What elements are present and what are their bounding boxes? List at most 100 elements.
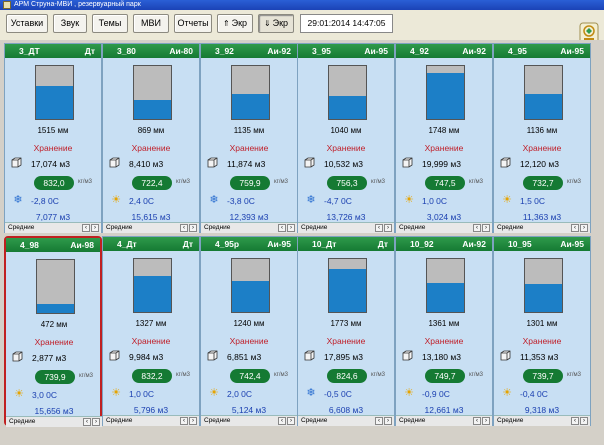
prev-arrow-icon[interactable]: ‹ <box>82 224 90 232</box>
tank-temperature: -4,7 0С <box>324 196 352 206</box>
prev-arrow-icon[interactable]: ‹ <box>375 417 383 425</box>
tank-status: Хранение <box>229 336 269 346</box>
screen-down-button[interactable]: ⇓ Экр <box>258 14 294 33</box>
tank-status: Хранение <box>326 143 366 153</box>
volume-icon <box>304 157 315 168</box>
prev-arrow-icon[interactable]: ‹ <box>278 417 286 425</box>
tank-level-fill <box>329 268 366 312</box>
tank-header: 10_95 Аи-95 <box>494 237 590 251</box>
tank-level-fill <box>329 96 366 119</box>
tank-card[interactable]: 3_92 Аи-92 1135 мм Хранение 11,874 м3 759,9 кг… <box>200 43 298 233</box>
themes-button[interactable]: Темы <box>92 14 128 33</box>
next-arrow-icon[interactable]: › <box>91 224 99 232</box>
tank-product: Аи-95 <box>364 46 388 56</box>
tank-header: 3_92 Аи-92 <box>201 44 297 58</box>
next-arrow-icon[interactable]: › <box>92 418 100 426</box>
tank-card[interactable]: 3_95 Аи-95 1040 мм Хранение 10,532 м3 756,3 кг… <box>297 43 395 233</box>
tank-volume: 2,877 м3 <box>32 353 67 363</box>
prev-arrow-icon[interactable]: ‹ <box>83 418 91 426</box>
tank-card[interactable]: 10_95 Аи-95 1301 мм Хранение 11,353 м3 739,7 к… <box>493 236 591 426</box>
next-arrow-icon[interactable]: › <box>482 224 490 232</box>
tank-product: Аи-95 <box>267 239 291 249</box>
tank-footer-label: Средние <box>9 418 36 425</box>
tank-status: Хранение <box>522 336 562 346</box>
next-arrow-icon[interactable]: › <box>189 224 197 232</box>
tank-card[interactable]: 4_95р Аи-95 1240 мм Хранение 6,851 м3 742,4 кг… <box>200 236 298 426</box>
prev-arrow-icon[interactable]: ‹ <box>180 417 188 425</box>
volume-icon <box>109 157 120 168</box>
next-arrow-icon[interactable]: › <box>384 224 392 232</box>
settings-button[interactable]: Уставки <box>6 14 48 33</box>
sun-icon: ☀ <box>14 388 24 400</box>
tank-density: 739,7 <box>523 369 563 383</box>
snowflake-icon: ❄ <box>306 387 316 399</box>
tank-status: Хранение <box>33 143 73 153</box>
tank-footer-label: Средние <box>301 417 328 424</box>
tank-temperature: -0,5 0С <box>324 389 352 399</box>
tank-level-fill <box>427 73 464 119</box>
tank-header: 4_95 Аи-95 <box>494 44 590 58</box>
volume-icon <box>402 350 413 361</box>
tank-product: Аи-98 <box>70 240 94 250</box>
tank-header: 4_95р Аи-95 <box>201 237 297 251</box>
tank-footer-label: Средние <box>399 417 426 424</box>
tank-temperature: 1,5 0С <box>520 196 546 206</box>
tank-footer-nav: ‹ › <box>180 417 197 425</box>
next-arrow-icon[interactable]: › <box>482 417 490 425</box>
sun-icon: ☀ <box>404 194 414 206</box>
tank-card[interactable]: 3_ДТ Дт 1515 мм Хранение 17,074 м3 832,0 кг/м3… <box>4 43 102 233</box>
tank-density: 756,3 <box>327 176 367 190</box>
tank-level-gauge <box>426 65 465 120</box>
tank-mass: 5,124 м3 <box>231 405 267 415</box>
tank-card[interactable]: 4_92 Аи-92 1748 мм Хранение 19,999 м3 747,5 кг… <box>395 43 493 233</box>
next-arrow-icon[interactable]: › <box>580 224 588 232</box>
datetime-display: 29:01:2014 14:47:05 <box>300 14 393 33</box>
tank-card[interactable]: 4_95 Аи-95 1136 мм Хранение 12,120 м3 732,7 кг… <box>493 43 591 233</box>
volume-icon <box>12 351 23 362</box>
tank-product: Аи-80 <box>169 46 193 56</box>
tank-level-gauge <box>36 259 75 314</box>
tank-footer-nav: ‹ › <box>571 417 588 425</box>
density-unit: кг/м3 <box>274 179 288 185</box>
prev-arrow-icon[interactable]: ‹ <box>571 417 579 425</box>
tank-card[interactable]: 3_80 Аи-80 869 мм Хранение 8,410 м3 722,4 кг/м… <box>102 43 200 233</box>
tank-mass: 6,608 м3 <box>328 405 364 415</box>
prev-arrow-icon[interactable]: ‹ <box>473 224 481 232</box>
mvi-button[interactable]: МВИ <box>133 14 169 33</box>
tank-mass: 12,661 м3 <box>424 405 464 415</box>
screen-up-button[interactable]: ⇑ Экр <box>217 14 253 33</box>
tank-card[interactable]: 4_98 Аи-98 472 мм Хранение 2,877 м3 739,9 кг/м… <box>4 236 102 427</box>
tank-level: 1135 мм <box>233 126 265 135</box>
tank-footer: Средние ‹ › <box>298 222 394 233</box>
reports-button[interactable]: Отчеты <box>174 14 212 33</box>
window-titlebar: АРМ Струна-МВИ , резервуарный парк <box>0 0 604 10</box>
prev-arrow-icon[interactable]: ‹ <box>180 224 188 232</box>
tank-card[interactable]: 10_92 Аи-92 1361 мм Хранение 13,180 м3 749,7 к… <box>395 236 493 426</box>
volume-icon <box>109 350 120 361</box>
next-arrow-icon[interactable]: › <box>287 224 295 232</box>
tank-card[interactable]: 4_Дт Дт 1327 мм Хранение 9,984 м3 832,2 кг/м3 ☀… <box>102 236 200 426</box>
prev-arrow-icon[interactable]: ‹ <box>375 224 383 232</box>
density-unit: кг/м3 <box>176 372 190 378</box>
sound-button[interactable]: Звук <box>53 14 87 33</box>
next-arrow-icon[interactable]: › <box>580 417 588 425</box>
tank-status: Хранение <box>424 336 464 346</box>
prev-arrow-icon[interactable]: ‹ <box>473 417 481 425</box>
tank-footer-nav: ‹ › <box>82 224 99 232</box>
settings-button-label: Уставки <box>10 18 44 28</box>
tank-footer: Средние ‹ › <box>396 222 492 233</box>
tank-card[interactable]: 10_Дт Дт 1773 мм Хранение 17,895 м3 824,6 кг/м… <box>297 236 395 426</box>
next-arrow-icon[interactable]: › <box>189 417 197 425</box>
next-arrow-icon[interactable]: › <box>384 417 392 425</box>
prev-arrow-icon[interactable]: ‹ <box>571 224 579 232</box>
prev-arrow-icon[interactable]: ‹ <box>278 224 286 232</box>
tank-level: 472 мм <box>40 320 68 329</box>
tank-level-fill <box>36 86 73 119</box>
tank-product: Дт <box>84 46 95 56</box>
tank-name: 10_Дт <box>312 239 337 249</box>
next-arrow-icon[interactable]: › <box>287 417 295 425</box>
tank-footer: Средние ‹ › <box>201 415 297 426</box>
tank-density: 759,9 <box>230 176 270 190</box>
tank-volume: 6,851 м3 <box>227 352 262 362</box>
tank-status: Хранение <box>326 336 366 346</box>
